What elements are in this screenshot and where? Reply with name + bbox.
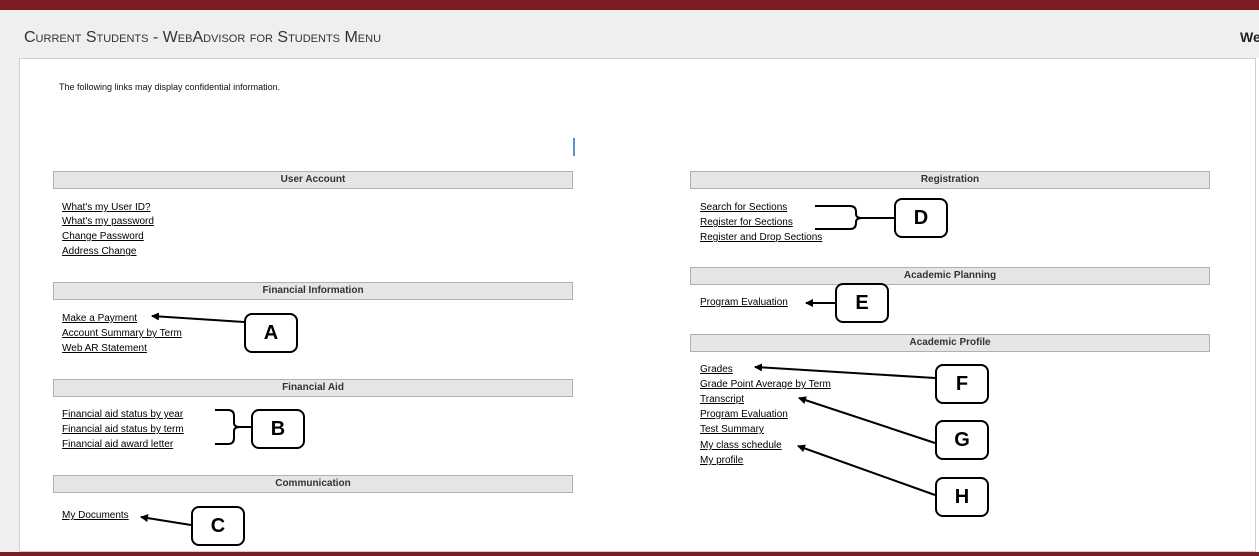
link-make-a-payment[interactable]: Make a Payment [62, 313, 137, 325]
section-header-communication: Communication [53, 475, 573, 493]
callout-a: A [244, 313, 298, 353]
section-header-financial-aid: Financial Aid [53, 379, 573, 397]
link-whats-my-password[interactable]: What's my password [62, 216, 154, 228]
link-program-evaluation-planning[interactable]: Program Evaluation [700, 297, 788, 309]
callout-f: F [935, 364, 989, 404]
link-whats-my-user-id[interactable]: What's my User ID? [62, 202, 151, 214]
link-my-class-schedule[interactable]: My class schedule [700, 440, 782, 452]
callout-h: H [935, 477, 989, 517]
link-my-documents[interactable]: My Documents [62, 510, 129, 522]
link-change-password[interactable]: Change Password [62, 231, 144, 243]
link-financial-aid-status-by-year[interactable]: Financial aid status by year [62, 409, 183, 421]
welcome-text: We [1240, 29, 1259, 45]
link-address-change[interactable]: Address Change [62, 246, 137, 258]
section-header-registration: Registration [690, 171, 1210, 189]
link-program-evaluation-profile[interactable]: Program Evaluation [700, 409, 788, 421]
page-title: Current Students - WebAdvisor for Studen… [24, 29, 382, 46]
callout-d: D [894, 198, 948, 238]
link-register-for-sections[interactable]: Register for Sections [700, 217, 793, 229]
left-margin-strip [0, 58, 19, 552]
section-header-financial-information: Financial Information [53, 282, 573, 300]
page-header: Current Students - WebAdvisor for Studen… [0, 10, 1259, 61]
link-grades[interactable]: Grades [700, 364, 733, 376]
callout-e: E [835, 283, 889, 323]
link-web-ar-statement[interactable]: Web AR Statement [62, 343, 147, 355]
bottom-brand-bar [0, 552, 1259, 556]
section-header-academic-planning: Academic Planning [690, 267, 1210, 285]
callout-g: G [935, 420, 989, 460]
section-header-user-account: User Account [53, 171, 573, 189]
link-grade-point-average-by-term[interactable]: Grade Point Average by Term [700, 379, 831, 391]
callout-c: C [191, 506, 245, 546]
link-search-for-sections[interactable]: Search for Sections [700, 202, 787, 214]
link-transcript[interactable]: Transcript [700, 394, 744, 406]
link-test-summary[interactable]: Test Summary [700, 424, 764, 436]
link-financial-aid-award-letter[interactable]: Financial aid award letter [62, 439, 173, 451]
callout-b: B [251, 409, 305, 449]
top-brand-bar [0, 0, 1259, 10]
confidential-notice: The following links may display confiden… [59, 82, 281, 92]
link-financial-aid-status-by-term[interactable]: Financial aid status by term [62, 424, 184, 436]
section-header-academic-profile: Academic Profile [690, 334, 1210, 352]
link-account-summary-by-term[interactable]: Account Summary by Term [62, 328, 182, 340]
link-my-profile[interactable]: My profile [700, 455, 743, 467]
link-register-and-drop-sections[interactable]: Register and Drop Sections [700, 232, 822, 244]
text-cursor [573, 138, 575, 156]
